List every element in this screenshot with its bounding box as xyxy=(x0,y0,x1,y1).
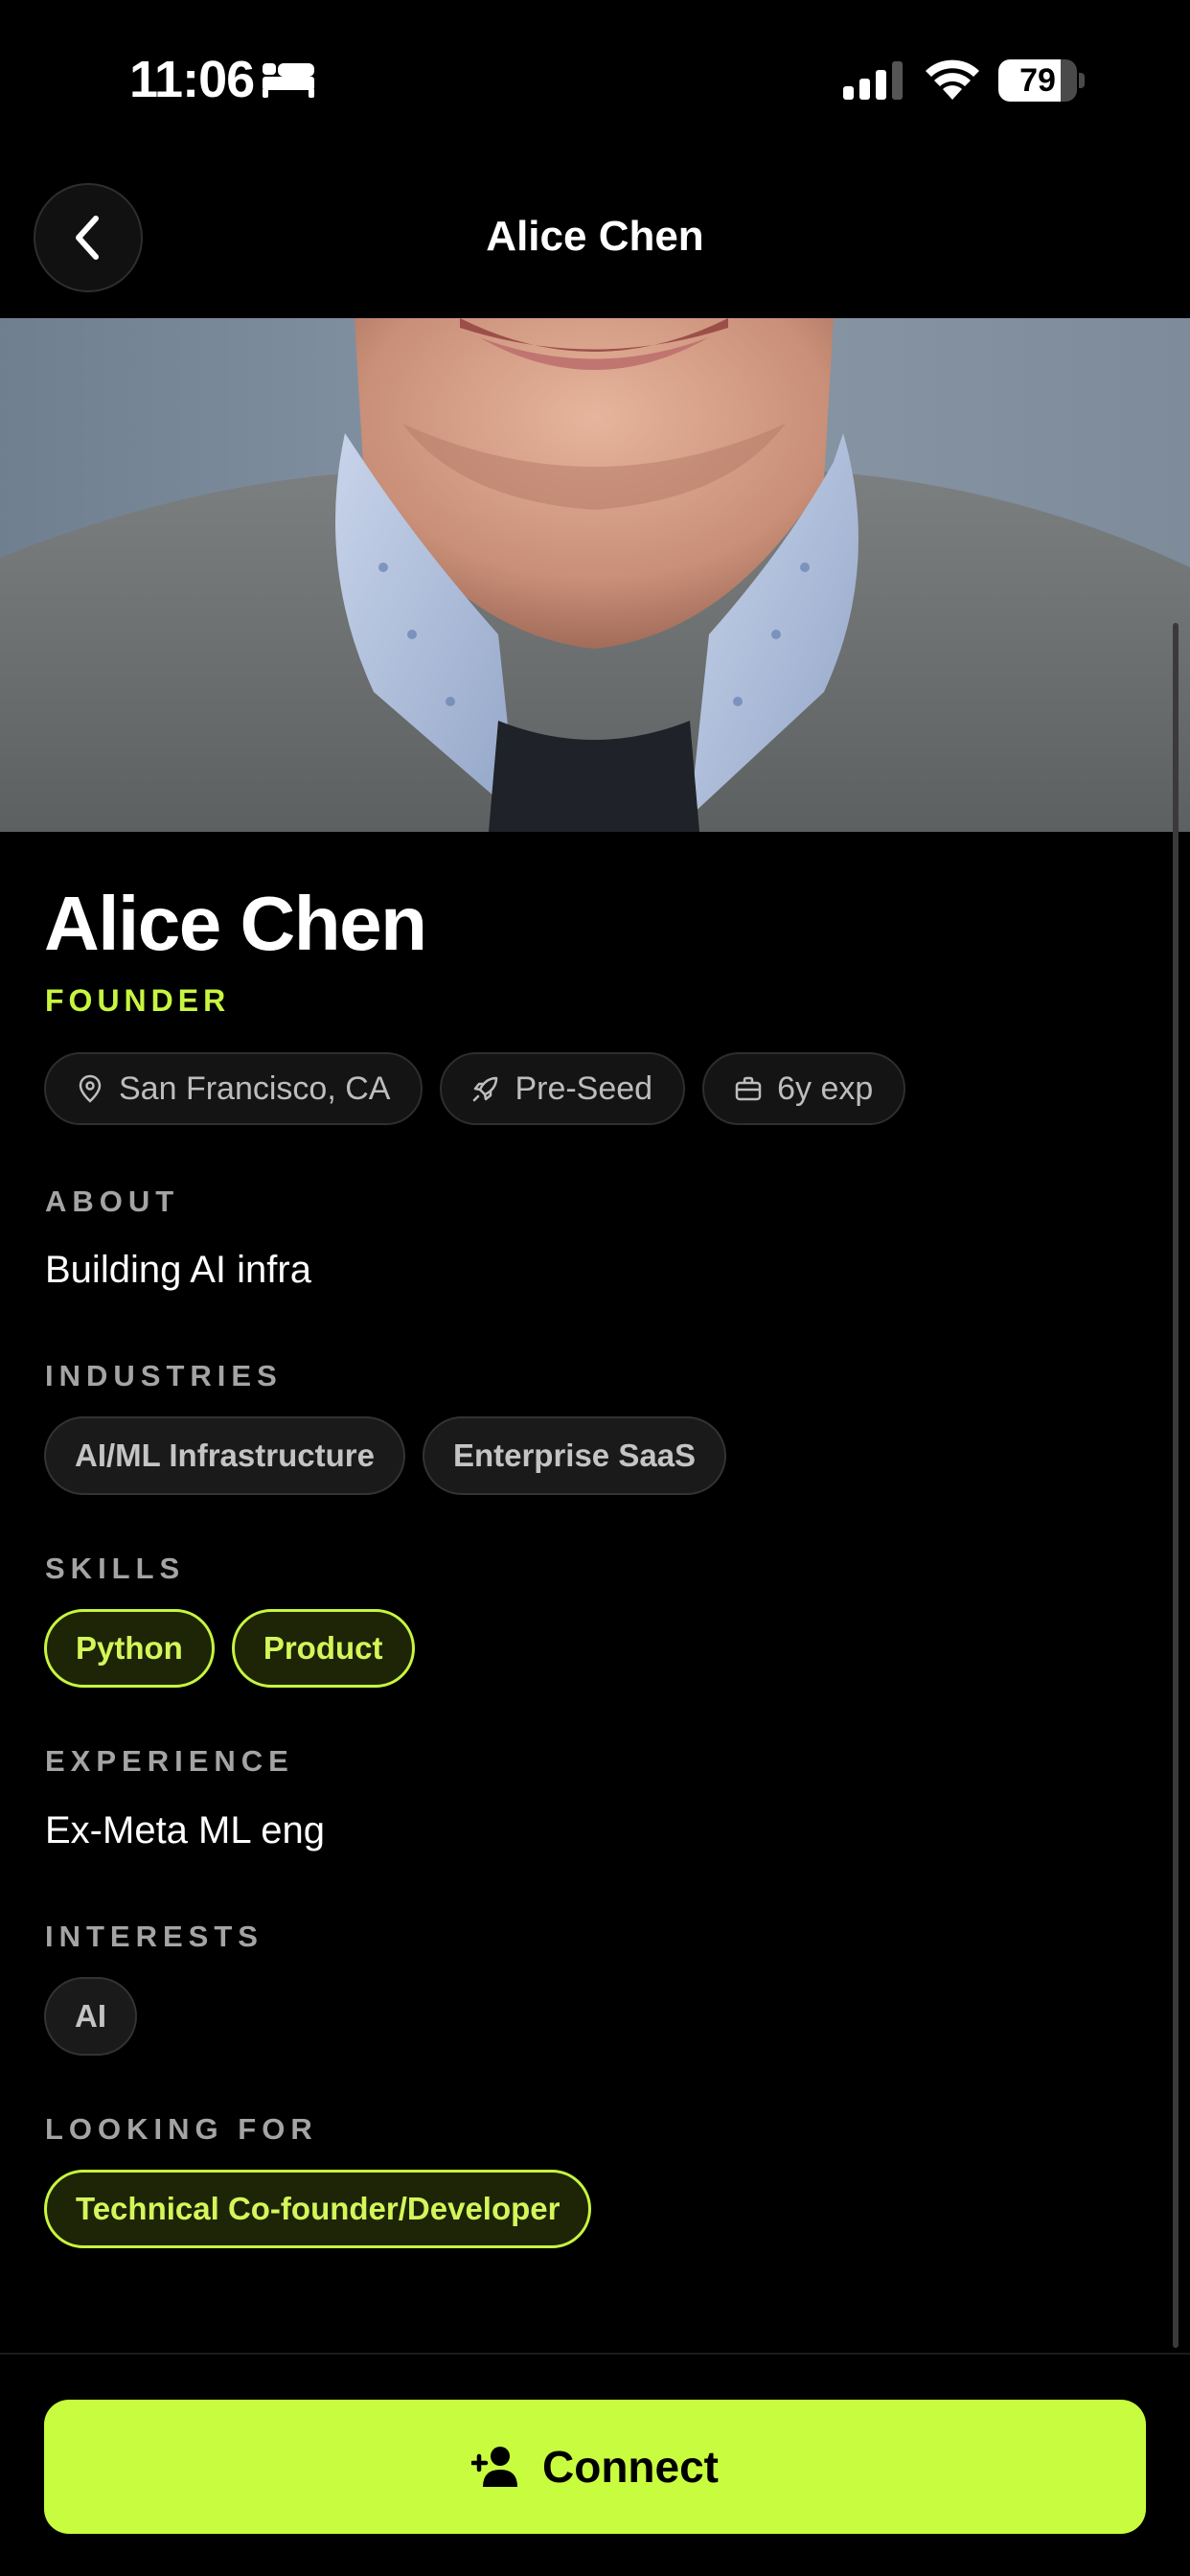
skills-list: Python Product xyxy=(44,1609,415,1688)
navigation-bar: Alice Chen xyxy=(0,153,1190,318)
profile-name: Alice Chen xyxy=(44,881,427,966)
experience-years-chip: 6y exp xyxy=(702,1052,906,1125)
rocket-icon xyxy=(473,1076,498,1102)
interests-list: AI xyxy=(44,1977,137,2056)
about-text: Building AI infra xyxy=(45,1249,311,1291)
battery-level: 79 xyxy=(1019,62,1056,99)
profile-screen: 11:06 79 Alice Chen Alice Chen FOUNDER S… xyxy=(0,0,1190,2576)
profile-photo-image xyxy=(0,318,1190,832)
battery-icon: 79 xyxy=(998,59,1085,102)
connect-button[interactable]: Connect xyxy=(44,2400,1146,2534)
skill-chip: Python xyxy=(44,1609,215,1688)
briefcase-icon xyxy=(735,1076,762,1101)
about-heading: ABOUT xyxy=(45,1184,180,1218)
location-chip: San Francisco, CA xyxy=(44,1052,423,1125)
interest-chip: AI xyxy=(44,1977,137,2056)
skill-chip: Product xyxy=(231,1609,415,1688)
status-time: 11:06 xyxy=(129,51,255,108)
looking-for-chip: Technical Co-founder/Developer xyxy=(44,2170,592,2248)
profile-photo xyxy=(0,318,1190,832)
sleep-focus-icon xyxy=(263,63,314,98)
wifi-icon xyxy=(926,59,979,100)
profile-meta-row: San Francisco, CA Pre-Seed 6y exp xyxy=(44,1052,906,1125)
stage-label: Pre-Seed xyxy=(515,1070,653,1107)
location-pin-icon xyxy=(79,1074,102,1103)
stage-chip: Pre-Seed xyxy=(440,1052,686,1125)
bottom-divider xyxy=(0,2353,1190,2355)
nav-title: Alice Chen xyxy=(486,213,704,260)
skills-heading: SKILLS xyxy=(45,1552,186,1585)
looking-for-heading: LOOKING FOR xyxy=(45,2112,318,2146)
status-bar: 11:06 79 xyxy=(0,0,1190,153)
profile-role: FOUNDER xyxy=(45,983,231,1018)
experience-text: Ex-Meta ML eng xyxy=(45,1809,325,1852)
cellular-signal-icon xyxy=(843,61,903,100)
scrollbar[interactable] xyxy=(1173,623,1179,2348)
interests-heading: INTERESTS xyxy=(45,1920,263,1953)
location-label: San Francisco, CA xyxy=(119,1070,391,1107)
experience-heading: EXPERIENCE xyxy=(45,1744,294,1778)
experience-years-label: 6y exp xyxy=(777,1070,874,1107)
industry-chip: AI/ML Infrastructure xyxy=(44,1416,405,1495)
add-person-icon xyxy=(471,2447,517,2487)
industries-list: AI/ML Infrastructure Enterprise SaaS xyxy=(44,1416,727,1495)
industry-chip: Enterprise SaaS xyxy=(422,1416,727,1495)
connect-label: Connect xyxy=(542,2442,719,2492)
looking-for-list: Technical Co-founder/Developer xyxy=(44,2170,592,2248)
industries-heading: INDUSTRIES xyxy=(45,1359,283,1392)
